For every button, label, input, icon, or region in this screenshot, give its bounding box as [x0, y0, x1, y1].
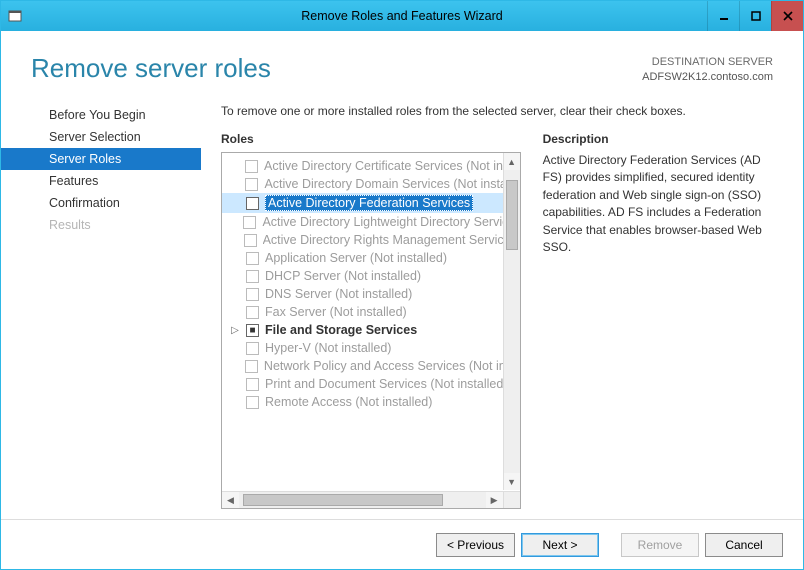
role-row[interactable]: Active Directory Federation Services — [222, 193, 520, 213]
role-row: Fax Server (Not installed) — [222, 303, 520, 321]
role-label: Network Policy and Access Services (Not … — [264, 359, 516, 373]
page-title: Remove server roles — [31, 53, 271, 84]
roles-listbox: Active Directory Certificate Services (N… — [221, 152, 521, 509]
sidebar-item[interactable]: Before You Begin — [1, 104, 201, 126]
role-label: Active Directory Lightweight Directory S… — [262, 215, 515, 229]
role-checkbox — [243, 216, 256, 229]
content-area: Remove server roles DESTINATION SERVER A… — [1, 31, 803, 569]
role-checkbox — [246, 252, 259, 265]
header-row: Remove server roles DESTINATION SERVER A… — [1, 31, 803, 94]
role-label: Active Directory Rights Management Servi… — [263, 233, 516, 247]
description-column: Description Active Directory Federation … — [543, 132, 773, 509]
scroll-down-arrow-icon[interactable]: ▼ — [504, 473, 520, 490]
role-label: Active Directory Certificate Services (N… — [264, 159, 516, 173]
role-row[interactable]: ▷ ■ File and Storage Services — [222, 321, 520, 339]
close-button[interactable] — [771, 1, 803, 31]
vscroll-track[interactable] — [504, 170, 520, 473]
role-checkbox — [245, 178, 258, 191]
role-label: DHCP Server (Not installed) — [265, 269, 421, 283]
role-row: DNS Server (Not installed) — [222, 285, 520, 303]
scroll-left-arrow-icon[interactable]: ◀ — [222, 492, 239, 508]
minimize-button[interactable] — [707, 1, 739, 31]
role-row: Active Directory Certificate Services (N… — [222, 157, 520, 175]
role-row: Active Directory Domain Services (Not in… — [222, 175, 520, 193]
minimize-icon — [719, 11, 729, 21]
hscroll-track[interactable] — [239, 492, 486, 508]
wizard-icon — [7, 8, 23, 24]
role-checkbox — [246, 396, 259, 409]
window-title: Remove Roles and Features Wizard — [1, 9, 803, 23]
role-checkbox — [245, 360, 258, 373]
role-label: Application Server (Not installed) — [265, 251, 447, 265]
instruction-text: To remove one or more installed roles fr… — [221, 104, 773, 118]
role-checkbox[interactable] — [246, 197, 259, 210]
role-label: DNS Server (Not installed) — [265, 287, 412, 301]
body-row: Before You BeginServer SelectionServer R… — [1, 94, 803, 519]
roles-list[interactable]: Active Directory Certificate Services (N… — [222, 153, 520, 491]
scroll-up-arrow-icon[interactable]: ▲ — [504, 153, 520, 170]
expand-icon[interactable]: ▷ — [230, 325, 240, 336]
role-checkbox — [246, 306, 259, 319]
sidebar-item[interactable]: Server Selection — [1, 126, 201, 148]
sidebar-item: Results — [1, 214, 201, 236]
description-heading: Description — [543, 132, 773, 146]
description-text: Active Directory Federation Services (AD… — [543, 152, 773, 256]
role-label: Hyper-V (Not installed) — [265, 341, 391, 355]
role-label: Print and Document Services (Not install… — [265, 377, 507, 391]
role-checkbox — [246, 288, 259, 301]
sidebar-item[interactable]: Confirmation — [1, 192, 201, 214]
role-checkbox — [246, 270, 259, 283]
role-label: File and Storage Services — [265, 323, 417, 337]
role-row: Remote Access (Not installed) — [222, 393, 520, 411]
role-row: Print and Document Services (Not install… — [222, 375, 520, 393]
roles-column: Roles Active Directory Certificate Servi… — [221, 132, 521, 509]
maximize-icon — [751, 11, 761, 21]
cancel-button[interactable]: Cancel — [705, 533, 783, 557]
close-icon — [783, 11, 793, 21]
sidebar-item[interactable]: Features — [1, 170, 201, 192]
window-controls — [707, 1, 803, 31]
role-checkbox — [246, 378, 259, 391]
scroll-corner — [503, 491, 520, 508]
wizard-sidebar: Before You BeginServer SelectionServer R… — [1, 94, 201, 519]
vscroll-thumb[interactable] — [506, 180, 518, 250]
role-row: Application Server (Not installed) — [222, 249, 520, 267]
role-label: Active Directory Federation Services — [265, 195, 473, 211]
sidebar-item[interactable]: Server Roles — [1, 148, 201, 170]
previous-button[interactable]: < Previous — [436, 533, 515, 557]
destination-server: DESTINATION SERVER ADFSW2K12.contoso.com — [642, 55, 773, 84]
role-checkbox — [244, 234, 257, 247]
role-row: Hyper-V (Not installed) — [222, 339, 520, 357]
horizontal-scrollbar[interactable]: ◀ ▶ — [222, 491, 503, 508]
columns: Roles Active Directory Certificate Servi… — [221, 132, 773, 509]
role-row: Active Directory Lightweight Directory S… — [222, 213, 520, 231]
role-label: Remote Access (Not installed) — [265, 395, 432, 409]
wizard-window: Remove Roles and Features Wizard Remove … — [0, 0, 804, 570]
role-checkbox[interactable]: ■ — [246, 324, 259, 337]
main-panel: To remove one or more installed roles fr… — [201, 94, 803, 519]
titlebar: Remove Roles and Features Wizard — [1, 1, 803, 31]
hscroll-thumb[interactable] — [243, 494, 443, 506]
destination-label: DESTINATION SERVER — [642, 55, 773, 69]
role-checkbox — [246, 342, 259, 355]
remove-button[interactable]: Remove — [621, 533, 699, 557]
role-label: Fax Server (Not installed) — [265, 305, 407, 319]
next-button[interactable]: Next > — [521, 533, 599, 557]
role-row: Network Policy and Access Services (Not … — [222, 357, 520, 375]
roles-heading: Roles — [221, 132, 521, 146]
role-row: Active Directory Rights Management Servi… — [222, 231, 520, 249]
footer: < Previous Next > Remove Cancel — [1, 519, 803, 569]
role-row: DHCP Server (Not installed) — [222, 267, 520, 285]
maximize-button[interactable] — [739, 1, 771, 31]
role-label: Active Directory Domain Services (Not in… — [264, 177, 515, 191]
role-checkbox — [245, 160, 258, 173]
destination-value: ADFSW2K12.contoso.com — [642, 70, 773, 84]
scroll-right-arrow-icon[interactable]: ▶ — [486, 492, 503, 508]
vertical-scrollbar[interactable]: ▲ ▼ — [503, 153, 520, 490]
